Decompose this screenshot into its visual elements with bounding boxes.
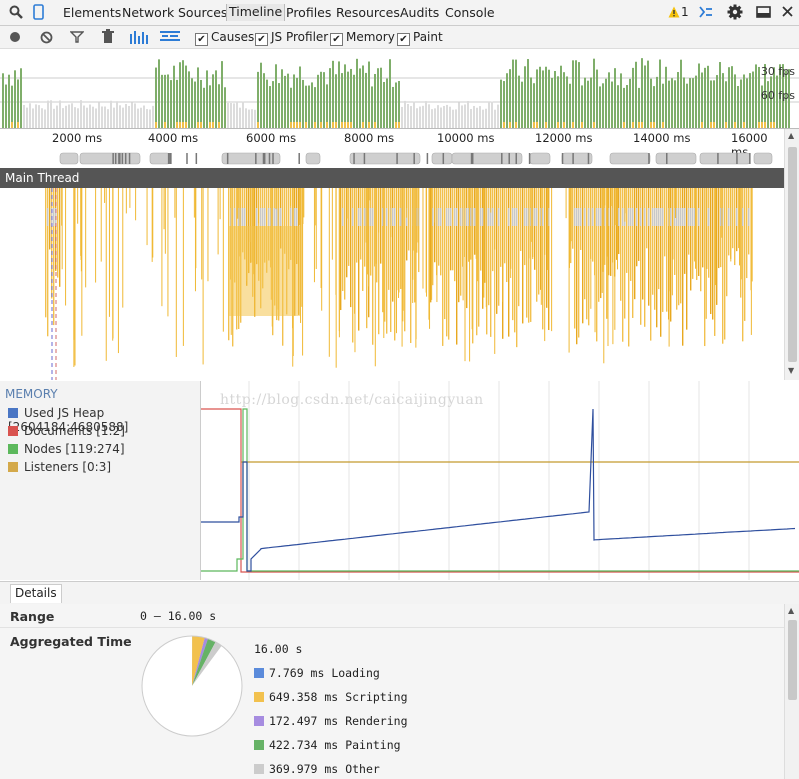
clear-icon[interactable] [40, 31, 53, 47]
fps-60-label: 60 fps [760, 89, 795, 102]
tab-profiles[interactable]: Profiles [286, 5, 331, 20]
tab-elements[interactable]: Elements [63, 5, 121, 20]
ruler-tick: 10000 ms [437, 131, 495, 145]
aggregated-row-scripting: 649.358 ms Scripting [254, 690, 408, 704]
legend-documents[interactable]: Documents [1:2] [8, 424, 125, 438]
aggregated-row-painting: 422.734 ms Painting [254, 738, 401, 752]
memory-legend: MEMORY Used JS Heap [2604184:4680588] Do… [0, 381, 201, 580]
ruler-tick: 6000 ms [246, 131, 297, 145]
aggregated-row-loading: 7.769 ms Loading [254, 666, 380, 680]
devtools-tab-bar: Elements Network Sources Timeline Profil… [0, 0, 799, 26]
frames-view-icon[interactable] [130, 30, 150, 47]
close-devtools-icon[interactable] [782, 6, 793, 20]
inspect-icon[interactable] [9, 5, 23, 22]
console-drawer-icon[interactable] [699, 6, 713, 21]
filter-icon[interactable] [69, 31, 85, 46]
ruler-tick: 8000 ms [344, 131, 395, 145]
timeline-toolbar: ✔ Causes ✔ JS Profiler ✔ Memory ✔ Paint [0, 26, 799, 49]
details-tab-bar [0, 581, 799, 605]
details-scrollbar[interactable]: ▲ [784, 604, 799, 779]
flame-chart-scrollbar[interactable]: ▲ ▼ [784, 129, 799, 380]
main-thread-label: Main Thread [5, 171, 80, 185]
tab-audits[interactable]: Audits [400, 5, 439, 20]
settings-gear-icon[interactable] [727, 4, 743, 23]
garbage-collect-icon[interactable] [102, 29, 114, 47]
dock-side-icon[interactable] [756, 6, 772, 22]
main-thread-header[interactable]: Main Thread [0, 168, 784, 188]
tab-network[interactable]: Network [122, 5, 174, 20]
warning-count[interactable]: 1 [681, 5, 689, 19]
aggregated-total: 16.00 s [254, 642, 303, 656]
aggregated-time-pie-chart [141, 635, 243, 737]
paint-checkbox[interactable]: ✔ Paint [397, 30, 443, 46]
tab-timeline[interactable]: Timeline [226, 4, 286, 21]
tab-sources[interactable]: Sources [178, 5, 227, 20]
pie-slice [141, 636, 242, 736]
range-label: Range [10, 609, 55, 624]
aggregated-row-rendering: 172.497 ms Rendering [254, 714, 408, 728]
memory-checkbox[interactable]: ✔ Memory [330, 30, 395, 46]
record-icon[interactable] [9, 31, 21, 46]
fps-30-label: 30 fps [760, 65, 795, 78]
details-pane: Range 0 – 16.00 s Aggregated Time 16.00 … [0, 604, 784, 779]
memory-chart[interactable] [201, 381, 799, 580]
time-ruler: 2000 ms 4000 ms 6000 ms 8000 ms 10000 ms… [0, 129, 784, 159]
tab-details[interactable]: Details [10, 584, 62, 603]
ruler-tick: 12000 ms [535, 131, 593, 145]
frames-strip[interactable] [50, 150, 784, 166]
main-thread-flame-chart[interactable] [0, 188, 784, 380]
aggregated-time-label: Aggregated Time [10, 634, 132, 649]
ruler-tick: 2000 ms [52, 131, 103, 145]
ruler-tick: 4000 ms [148, 131, 199, 145]
flame-chart-icon[interactable] [160, 31, 180, 46]
timeline-overview[interactable]: 30 fps 60 fps [0, 48, 799, 129]
range-value: 0 – 16.00 s [140, 609, 217, 623]
tab-resources[interactable]: Resources [336, 5, 400, 20]
warning-icon[interactable] [668, 6, 680, 21]
legend-nodes[interactable]: Nodes [119:274] [8, 442, 125, 456]
device-mode-icon[interactable] [33, 4, 45, 23]
legend-listeners[interactable]: Listeners [0:3] [8, 460, 111, 474]
tab-console[interactable]: Console [445, 5, 495, 20]
js-profiler-checkbox[interactable]: ✔ JS Profiler [255, 30, 328, 46]
causes-checkbox[interactable]: ✔ Causes [195, 30, 254, 46]
ruler-tick: 14000 ms [633, 131, 691, 145]
watermark: http://blog.csdn.net/caicaijingyuan [220, 392, 484, 408]
memory-title: MEMORY [5, 387, 58, 401]
aggregated-row-other: 369.979 ms Other [254, 762, 380, 776]
